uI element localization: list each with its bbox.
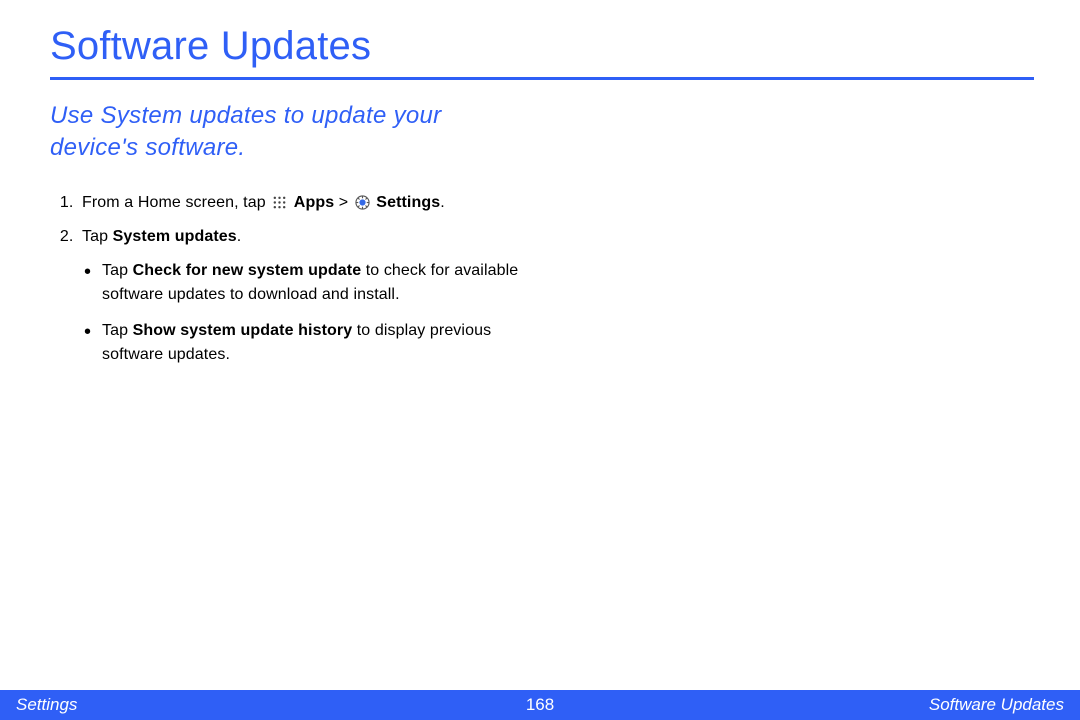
step-2-end: . <box>237 228 242 245</box>
footer-title: Software Updates <box>929 695 1064 715</box>
page-subtitle: Use System updates to update your device… <box>50 100 530 165</box>
bullet-2-a: Tap <box>102 322 133 339</box>
step-2-bold: System updates <box>113 228 237 245</box>
step-2: Tap System updates. Tap Check for new sy… <box>78 225 530 367</box>
step-1-text-a: From a Home screen, tap <box>82 194 270 211</box>
settings-label: Settings <box>376 194 440 211</box>
apps-label: Apps <box>294 194 334 211</box>
apps-icon <box>272 194 287 209</box>
step-2-text-a: Tap <box>82 228 113 245</box>
steps-list: From a Home screen, tap Apps > Settings.… <box>50 191 530 367</box>
bullet-2: Tap Show system update history to displa… <box>84 319 530 367</box>
settings-icon <box>355 194 370 209</box>
bullet-1-bold: Check for new system update <box>133 262 362 279</box>
bullet-2-bold: Show system update history <box>133 322 353 339</box>
bullet-list: Tap Check for new system update to check… <box>82 259 530 367</box>
page-title: Software Updates <box>50 24 1034 80</box>
breadcrumb-separator: > <box>334 194 353 211</box>
step-1: From a Home screen, tap Apps > Settings. <box>78 191 530 215</box>
body-content: From a Home screen, tap Apps > Settings.… <box>50 191 530 367</box>
page-footer: Settings 168 Software Updates <box>0 690 1080 720</box>
bullet-1-a: Tap <box>102 262 133 279</box>
step-1-end: . <box>440 194 445 211</box>
bullet-1: Tap Check for new system update to check… <box>84 259 530 307</box>
footer-section: Settings <box>16 695 77 715</box>
footer-page-number: 168 <box>526 695 554 715</box>
